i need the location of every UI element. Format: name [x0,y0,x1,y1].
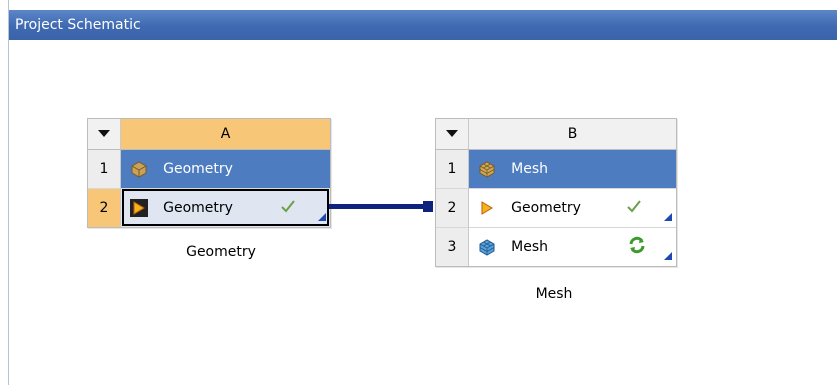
panel-title: Project Schematic [9,10,837,40]
corner-marker-icon [318,212,326,221]
cell-label: Geometry [511,199,581,216]
mesh-system-icon [479,160,495,178]
system-b-caption[interactable]: Mesh [479,286,629,302]
geometry-cell-icon [478,198,496,217]
system-b-row-1[interactable]: 1 Mesh [436,148,676,188]
system-a-caption[interactable]: Geometry [137,244,305,260]
cell-label: Geometry [163,160,233,177]
system-a-column-letter: A [120,119,330,150]
system-b-row-3[interactable]: 3 Mesh [436,226,676,266]
chevron-down-icon [446,130,458,138]
system-b-cell-geometry[interactable]: Geometry [468,187,676,227]
cell-label: Geometry [163,199,233,216]
row-number: 1 [88,148,121,188]
cell-label: Mesh [511,238,548,255]
system-a-cell-geometry[interactable]: Geometry [120,187,330,227]
system-b-menu-button[interactable] [436,119,469,150]
row-number: 3 [436,226,469,266]
connection-end-marker [423,201,433,212]
system-b-row-2[interactable]: 2 Geometry [436,187,676,227]
chevron-down-icon [98,130,110,138]
system-b-block[interactable]: B 1 Mesh 2 Geometry 3 Mesh [435,118,677,267]
row-number: 1 [436,148,469,188]
connection-line [329,204,429,209]
system-a-row-2[interactable]: 2 Geometry [88,187,330,227]
corner-marker-icon [664,212,672,221]
mesh-cell-icon [479,238,495,256]
refresh-icon [629,236,645,253]
row-number: 2 [88,187,121,227]
geometry-system-icon [131,160,147,178]
project-schematic-panel: Project Schematic A 1 Geometry 2 Geometr… [8,0,837,385]
system-b-column-letter: B [468,119,676,150]
system-a-cell-geometry-header[interactable]: Geometry [120,148,330,188]
system-b-cell-mesh[interactable]: Mesh [468,226,676,266]
system-a-block[interactable]: A 1 Geometry 2 Geometry [87,118,331,228]
check-icon [627,199,641,212]
row-number: 2 [436,187,469,227]
system-a-row-1[interactable]: 1 Geometry [88,148,330,188]
system-b-cell-mesh-header[interactable]: Mesh [468,148,676,188]
cell-label: Mesh [511,160,548,177]
system-a-menu-button[interactable] [88,119,121,150]
check-icon [281,199,295,212]
corner-marker-icon [664,251,672,260]
geometry-cell-icon [130,198,148,217]
